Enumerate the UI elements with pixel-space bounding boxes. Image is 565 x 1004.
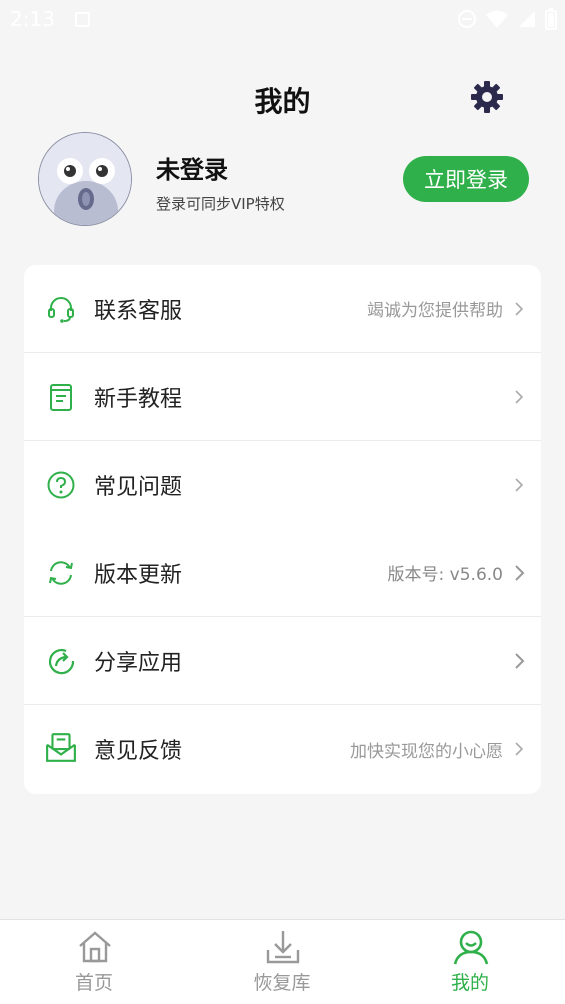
nav-label: 首页 — [74, 972, 113, 994]
user-name: 未登录 — [156, 156, 228, 184]
chevron-right-icon — [515, 653, 525, 669]
status-bar: 2:13 — [0, 0, 565, 38]
user-icon — [453, 930, 489, 965]
chevron-right-icon — [515, 302, 524, 316]
nav-label: 恢复库 — [253, 972, 311, 994]
menu-item-share-app[interactable]: 分享应用 — [24, 617, 541, 705]
login-button[interactable]: 立即登录 — [403, 156, 529, 202]
menu-item-label: 意见反馈 — [94, 739, 183, 764]
menu-item-version-update[interactable]: 版本更新 版本号: v5.6.0 — [24, 529, 541, 617]
chevron-right-icon — [515, 478, 524, 492]
menu-item-hint: 加快实现您的小心愿 — [350, 741, 503, 762]
question-icon — [47, 471, 75, 499]
nav-recovery-library[interactable]: 恢复库 — [222, 920, 342, 1004]
bottom-nav: 首页 恢复库 我的 — [0, 919, 565, 1004]
feedback-mail-icon — [46, 733, 76, 762]
menu-item-contact-support[interactable]: 联系客服 竭诚为您提供帮助 — [24, 265, 541, 353]
wifi-icon — [486, 10, 508, 28]
notification-icon — [74, 11, 90, 27]
status-time: 2:13 — [10, 7, 55, 31]
version-number: 版本号: v5.6.0 — [387, 565, 503, 585]
chevron-right-icon — [515, 390, 524, 404]
download-icon — [266, 931, 300, 964]
nav-home[interactable]: 首页 — [34, 920, 154, 1004]
menu-item-label: 新手教程 — [94, 386, 183, 412]
status-icons — [457, 8, 557, 30]
menu-item-feedback[interactable]: 意见反馈 加快实现您的小心愿 — [24, 705, 541, 793]
owl-avatar-icon — [39, 133, 131, 225]
user-subtitle: 登录可同步VIP特权 — [156, 195, 285, 213]
menu-card: 联系客服 竭诚为您提供帮助 新手教程 常见问题 版本更新 版本号: v5.6.0… — [24, 265, 541, 794]
dnd-icon — [458, 10, 476, 28]
battery-icon — [545, 8, 557, 30]
menu-item-label: 版本更新 — [94, 562, 183, 588]
menu-item-faq[interactable]: 常见问题 — [24, 441, 541, 529]
menu-item-label: 分享应用 — [94, 650, 183, 676]
menu-item-label: 常见问题 — [94, 475, 183, 500]
menu-item-tutorial[interactable]: 新手教程 — [24, 353, 541, 441]
menu-item-hint: 竭诚为您提供帮助 — [367, 301, 503, 321]
menu-item-label: 联系客服 — [94, 298, 183, 324]
gear-icon — [471, 81, 503, 113]
chevron-right-icon — [515, 565, 525, 581]
home-icon — [79, 931, 111, 963]
headset-icon — [48, 297, 74, 323]
screen: 2:13 我的 未登录 登录可同步VIP特权 立即登录 联系客服 竭诚为您提供帮… — [0, 0, 565, 1004]
book-icon — [50, 384, 72, 411]
avatar[interactable] — [38, 132, 132, 226]
signal-icon — [519, 11, 535, 27]
settings-button[interactable] — [468, 78, 506, 116]
share-icon — [48, 649, 75, 675]
nav-mine[interactable]: 我的 — [410, 920, 530, 1004]
chevron-right-icon — [515, 742, 524, 756]
nav-label: 我的 — [450, 972, 489, 994]
refresh-icon — [49, 561, 73, 585]
